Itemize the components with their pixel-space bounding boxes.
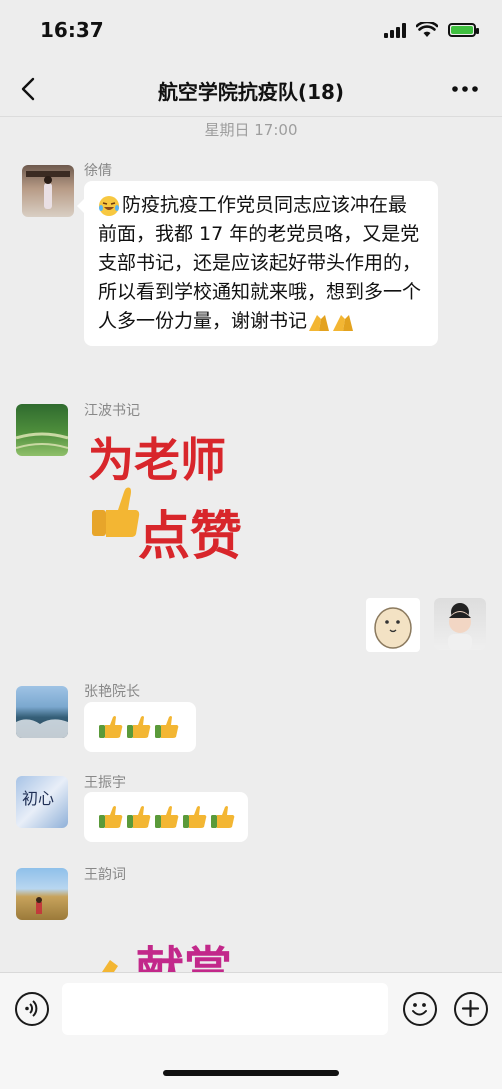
timestamp: 星期日 17:00	[204, 121, 298, 139]
voice-icon	[25, 1000, 38, 1017]
home-indicator	[163, 1070, 339, 1076]
sender-name: 江波书记	[84, 403, 140, 419]
battery-icon	[448, 23, 479, 37]
message-bubble[interactable]	[84, 702, 196, 752]
sticker-text: 点赞	[138, 506, 242, 567]
status-icons	[384, 22, 479, 38]
sender-name: 张艳院长	[84, 684, 140, 700]
thumbs-up-icon	[99, 716, 123, 738]
praying-hands-icon	[309, 314, 354, 331]
sticker[interactable]: 献赏	[100, 930, 250, 972]
laughing-crying-emoji-icon	[99, 195, 119, 216]
thumbs-up-icon	[99, 806, 123, 828]
status-time: 16:37	[40, 18, 104, 42]
emoji-icon	[412, 1003, 427, 1016]
plus-button[interactable]	[454, 992, 488, 1026]
avatar[interactable]	[16, 404, 68, 456]
avatar-text: 初心	[22, 789, 54, 808]
my-avatar[interactable]	[434, 598, 486, 650]
sender-name: 王韵词	[84, 867, 126, 883]
thumbs-up-icon	[155, 806, 179, 828]
thumbs-up-icon	[127, 806, 151, 828]
wifi-icon	[416, 22, 438, 37]
message-text: 防疫抗疫工作党员同志应该冲在最前面，我都 17 年的老党员咯，又是党支部书记，还…	[98, 194, 422, 332]
chat-title: 航空学院抗疫队(18)	[157, 80, 345, 104]
cellular-signal-icon	[384, 22, 406, 38]
sticker-text: 为老师	[88, 433, 226, 487]
avatar[interactable]	[22, 165, 74, 217]
thumbs-up-icon	[92, 487, 140, 537]
message-input[interactable]	[62, 983, 388, 1035]
thumbs-up-icon	[183, 806, 207, 828]
more-icon[interactable]	[448, 76, 482, 102]
sender-name: 王振宇	[84, 775, 126, 791]
thumbs-up-icon	[127, 716, 151, 738]
thumbs-up-icon	[155, 716, 179, 738]
nav-bar: 航空学院抗疫队(18)	[0, 64, 502, 117]
avatar[interactable]	[16, 686, 68, 738]
avatar[interactable]	[16, 868, 68, 920]
voice-button[interactable]	[15, 992, 49, 1026]
sticker[interactable]: 为老师 点赞	[84, 424, 264, 574]
thumbs-up-icon	[211, 806, 235, 828]
sender-name: 徐倩	[84, 163, 112, 179]
emoji-button[interactable]	[403, 992, 437, 1026]
plus-icon	[461, 999, 480, 1018]
sticker-text: 献赏	[136, 942, 232, 972]
message-bubble[interactable]	[84, 792, 248, 842]
status-bar: 16:37	[0, 0, 502, 64]
avatar[interactable]: 初心	[16, 776, 68, 828]
message-bubble[interactable]: 防疫抗疫工作党员同志应该冲在最前面，我都 17 年的老党员咯，又是党支部书记，还…	[77, 181, 438, 346]
sticker[interactable]	[366, 598, 420, 652]
